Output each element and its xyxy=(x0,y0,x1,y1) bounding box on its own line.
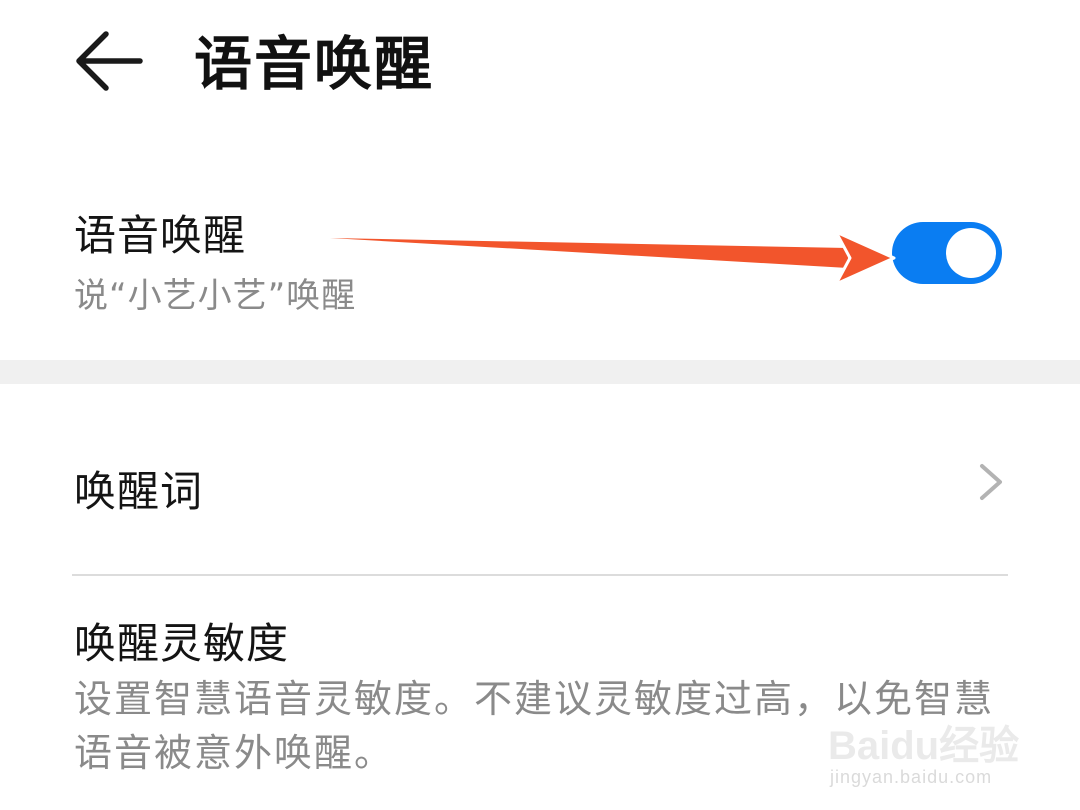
wake-word-row[interactable]: 唤醒词 xyxy=(0,420,1080,550)
voice-wake-toggle[interactable] xyxy=(892,222,1002,284)
annotation-arrow xyxy=(330,230,896,286)
voice-wake-title: 语音唤醒 xyxy=(74,211,247,260)
chevron-right-icon[interactable] xyxy=(978,462,1004,502)
toggle-knob xyxy=(946,228,996,278)
header: 语音唤醒 xyxy=(0,0,1080,130)
watermark: Baidu经验 jingyan.baidu.com xyxy=(820,705,1060,805)
watermark-url: jingyan.baidu.com xyxy=(830,767,993,787)
arrow-left-icon[interactable] xyxy=(70,28,144,94)
wake-word-title: 唤醒词 xyxy=(74,467,204,516)
list-divider xyxy=(72,574,1008,576)
wake-sensitivity-title: 唤醒灵敏度 xyxy=(74,619,290,668)
page-title: 语音唤醒 xyxy=(194,30,435,98)
voice-wake-settings-page: 语音唤醒 语音唤醒 说“小艺小艺”唤醒 唤醒词 唤醒灵敏度 设置智慧语音灵敏度。… xyxy=(0,0,1080,810)
section-divider xyxy=(0,360,1080,384)
voice-wake-subtitle: 说“小艺小艺”唤醒 xyxy=(74,276,357,316)
watermark-brand: Baidu经验 xyxy=(828,724,1020,768)
